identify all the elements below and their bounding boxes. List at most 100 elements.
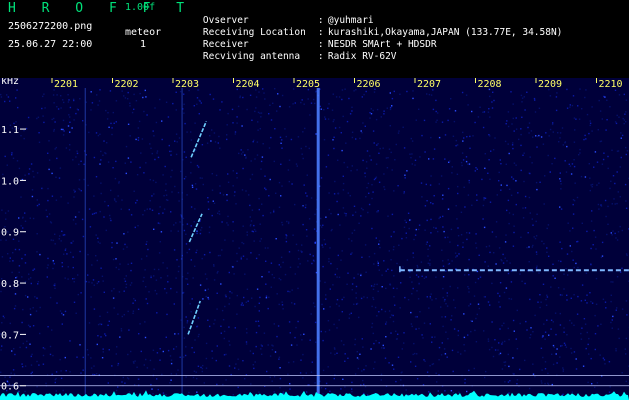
noise-speck [521, 97, 524, 99]
noise-speck [507, 199, 510, 202]
noise-speck [224, 239, 226, 241]
noise-speck [615, 350, 617, 352]
noise-speck [250, 252, 252, 254]
noise-speck [287, 222, 290, 225]
noise-speck [506, 260, 508, 262]
noise-speck [431, 363, 433, 366]
noise-speck [448, 161, 450, 163]
noise-speck [544, 382, 546, 385]
noise-speck [533, 236, 535, 238]
noise-speck [61, 312, 63, 315]
noise-speck [13, 307, 16, 310]
noise-speck [573, 351, 576, 353]
noise-speck [143, 110, 145, 113]
noise-speck [215, 174, 218, 177]
noise-speck [523, 96, 525, 98]
noise-speck [170, 230, 172, 232]
noise-speck [374, 361, 376, 363]
noise-speck [281, 139, 283, 141]
noise-speck [386, 107, 388, 109]
noise-speck [489, 178, 491, 180]
noise-speck [217, 142, 219, 144]
noise-speck [80, 190, 82, 192]
noise-speck [121, 90, 123, 92]
noise-speck [95, 255, 97, 257]
noise-speck [336, 352, 338, 354]
noise-speck [535, 181, 538, 184]
noise-speck [452, 370, 454, 373]
noise-speck [54, 148, 56, 150]
noise-speck [42, 363, 45, 365]
noise-speck [395, 143, 397, 146]
noise-speck [34, 296, 36, 298]
noise-speck [546, 227, 548, 230]
noise-speck [196, 377, 198, 380]
noise-speck [529, 172, 531, 175]
noise-speck [389, 125, 391, 127]
noise-speck [156, 378, 158, 380]
noise-speck [551, 353, 553, 355]
noise-speck [4, 100, 6, 103]
noise-speck [528, 387, 531, 390]
noise-speck [425, 183, 427, 186]
noise-speck [61, 262, 63, 264]
noise-speck [51, 195, 54, 197]
noise-speck [586, 294, 588, 296]
noise-speck [361, 338, 363, 340]
noise-speck [330, 262, 332, 265]
noise-speck [460, 353, 462, 355]
noise-speck [4, 376, 6, 378]
noise-speck [185, 156, 187, 158]
noise-speck [80, 292, 82, 294]
noise-speck [196, 97, 199, 99]
noise-speck [557, 260, 560, 262]
noise-speck [573, 117, 576, 119]
noise-speck [324, 331, 327, 333]
noise-speck [114, 199, 116, 201]
noise-speck [211, 189, 214, 191]
noise-speck [596, 382, 599, 384]
noise-speck [284, 128, 286, 130]
noise-speck [165, 336, 167, 338]
noise-speck [227, 224, 229, 226]
noise-speck [315, 341, 317, 343]
noise-speck [118, 181, 120, 183]
noise-speck [219, 109, 221, 111]
noise-speck [151, 388, 153, 390]
noise-speck [609, 386, 611, 388]
noise-speck [387, 215, 389, 217]
noise-speck [258, 325, 260, 327]
noise-speck [526, 91, 528, 93]
noise-speck [183, 337, 186, 339]
noise-speck [421, 134, 423, 137]
noise-speck [532, 331, 534, 333]
noise-speck [3, 317, 5, 319]
noise-speck [587, 343, 589, 346]
noise-speck [489, 251, 491, 254]
noise-speck [278, 303, 280, 306]
noise-speck [108, 320, 110, 322]
noise-speck [73, 281, 75, 283]
noise-speck [297, 320, 299, 323]
noise-speck [54, 283, 56, 285]
noise-speck [368, 192, 370, 194]
version-label: 1.00f [125, 2, 156, 13]
noise-speck [433, 148, 436, 150]
noise-speck [489, 95, 491, 98]
noise-speck [80, 372, 82, 374]
noise-speck [83, 178, 85, 181]
noise-speck [171, 169, 173, 172]
x-tick-label: 2209 [538, 79, 562, 90]
noise-speck [127, 378, 130, 380]
noise-speck [174, 140, 176, 142]
noise-speck [190, 131, 192, 133]
noise-speck [581, 108, 583, 110]
noise-speck [36, 172, 39, 174]
noise-speck [483, 296, 486, 298]
noise-speck [511, 123, 513, 125]
noise-speck [205, 295, 207, 298]
noise-speck [2, 315, 5, 317]
noise-speck [20, 196, 22, 198]
noise-speck [55, 176, 57, 178]
noise-speck [520, 128, 522, 130]
